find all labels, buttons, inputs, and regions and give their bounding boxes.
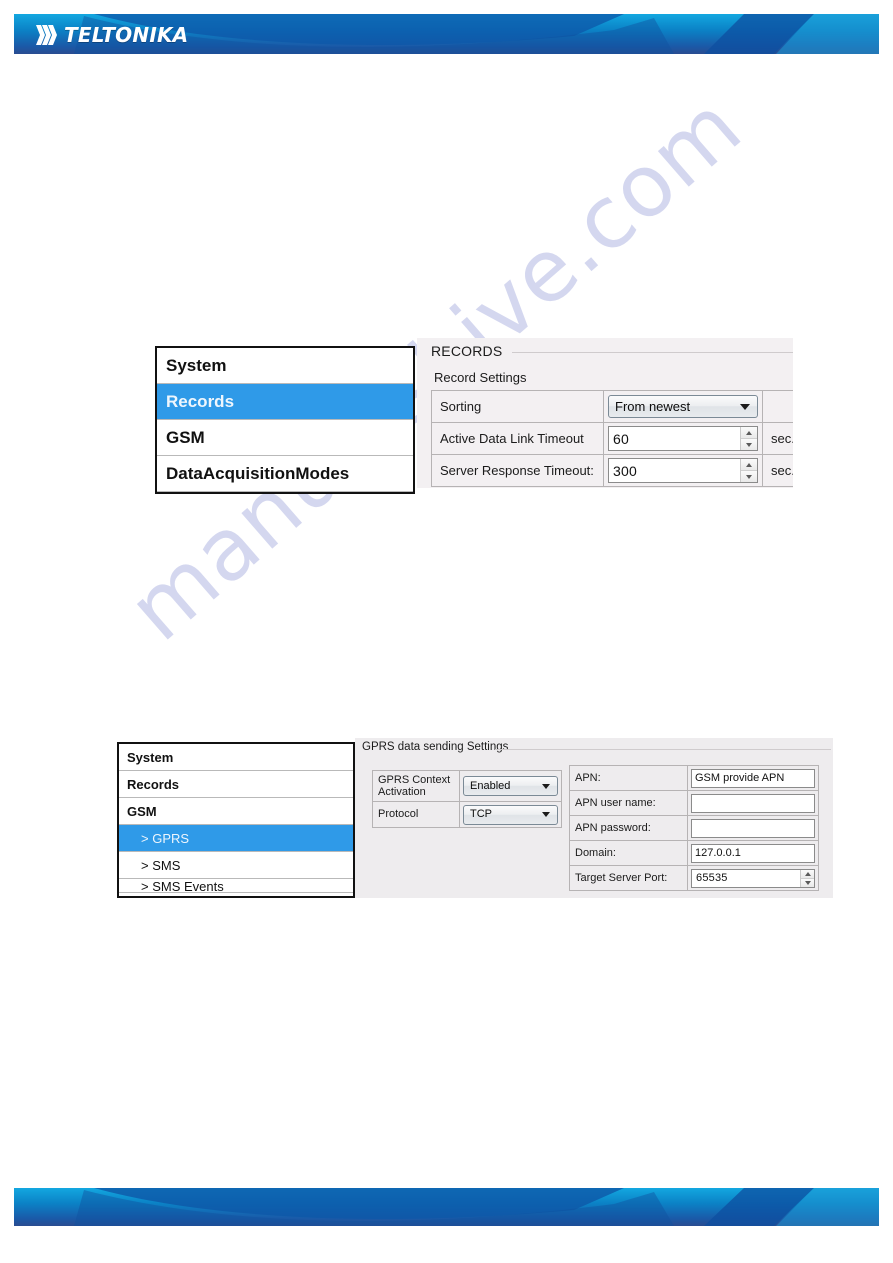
apn-cell: GSM provide APN [687, 765, 819, 791]
sidebar-item-label: System [127, 749, 174, 765]
table-row: Target Server Port: 65535 [569, 865, 819, 891]
sidebar-item-label: Records [166, 391, 235, 411]
active-data-link-timeout-stepper[interactable]: 60 [608, 426, 758, 451]
spinner-down-icon[interactable] [741, 439, 757, 450]
apn-password-label: APN password: [569, 815, 688, 841]
chevron-down-icon [542, 783, 550, 789]
server-response-timeout-value[interactable]: 300 [609, 459, 740, 482]
protocol-label: Protocol [372, 801, 460, 828]
footer-banner-swoosh [14, 1188, 879, 1226]
record-settings-table: Sorting From newest Active Data Link Tim… [431, 390, 793, 487]
stepper-arrows[interactable] [800, 869, 814, 887]
target-server-port-label: Target Server Port: [569, 865, 688, 891]
sidebar-item-records[interactable]: Records [157, 384, 413, 420]
table-row: APN password: [569, 815, 819, 841]
sidebar-item-label: > GPRS [141, 830, 190, 846]
apn-user-name-label: APN user name: [569, 790, 688, 816]
pane-title-divider [512, 352, 793, 353]
protocol-cell: TCP [459, 801, 562, 828]
gprs-connection-table: GPRS Context Activation Enabled Protocol… [372, 770, 562, 828]
sidebar-item-gprs[interactable]: > GPRS [119, 825, 353, 852]
protocol-dropdown[interactable]: TCP [463, 804, 558, 825]
sidebar-item-records[interactable]: Records [119, 771, 353, 798]
gprs-context-activation-value: Enabled [470, 779, 511, 792]
gprs-context-activation-dropdown[interactable]: Enabled [463, 776, 558, 796]
target-server-port-stepper[interactable]: 65535 [691, 868, 815, 888]
table-row: APN: GSM provide APN [569, 765, 819, 791]
sidebar-item-label: > SMS [141, 857, 181, 873]
pane-title: GPRS data sending Settings [362, 741, 509, 753]
sorting-label: Sorting [431, 390, 604, 423]
sidebar-item-system[interactable]: System [157, 348, 413, 384]
sorting-dropdown[interactable]: From newest [608, 395, 758, 418]
active-data-link-timeout-unit: sec. [762, 422, 793, 455]
spinner-up-icon[interactable] [741, 459, 757, 471]
domain-input[interactable]: 127.0.0.1 [691, 843, 815, 863]
sorting-cell: From newest [603, 390, 763, 423]
apn-password-input[interactable] [691, 818, 815, 838]
active-data-link-timeout-label: Active Data Link Timeout [431, 422, 604, 455]
gprs-context-activation-cell: Enabled [459, 770, 562, 802]
gprs-settings-pane: GPRS data sending Settings GPRS Context … [355, 738, 833, 898]
sidebar-item-dataacquisitionmodes[interactable]: DataAcquisitionModes [157, 456, 413, 492]
domain-cell: 127.0.0.1 [687, 840, 819, 866]
table-row: Protocol TCP [372, 801, 562, 828]
sidebar-item-sms[interactable]: > SMS [119, 852, 353, 879]
sidebar-item-gsm[interactable]: GSM [119, 798, 353, 825]
chevron-down-icon [542, 812, 550, 817]
apn-user-name-cell [687, 790, 819, 816]
sidebar-item-label: GSM [166, 427, 205, 447]
spinner-up-icon[interactable] [741, 427, 757, 439]
table-row: Sorting From newest [431, 390, 793, 423]
apn-user-name-input[interactable] [691, 793, 815, 813]
target-server-port-value[interactable]: 65535 [692, 869, 800, 887]
active-data-link-timeout-cell: 60 [603, 422, 763, 455]
pane-title-divider [495, 749, 831, 750]
protocol-value: TCP [470, 808, 492, 821]
table-row: APN user name: [569, 790, 819, 816]
records-settings-pane: RECORDS Record Settings Sorting From new… [417, 338, 793, 488]
table-row: GPRS Context Activation Enabled [372, 770, 562, 802]
spinner-up-icon[interactable] [801, 869, 814, 879]
sidebar-item-sms-events[interactable]: > SMS Events [119, 879, 353, 893]
server-response-timeout-unit: sec. [762, 454, 793, 487]
table-row: Domain: 127.0.0.1 [569, 840, 819, 866]
sidebar-item-label: GSM [127, 803, 157, 819]
gprs-apn-table: APN: GSM provide APN APN user name: APN … [569, 765, 819, 891]
apn-input[interactable]: GSM provide APN [691, 768, 815, 788]
gprs-context-activation-label: GPRS Context Activation [372, 770, 460, 802]
server-response-timeout-stepper[interactable]: 300 [608, 458, 758, 483]
gprs-nav-tree[interactable]: System Records GSM > GPRS > SMS > SMS Ev… [117, 742, 355, 898]
brand-logo: TELTONIKA [34, 20, 188, 50]
sidebar-item-label: System [166, 355, 227, 375]
sorting-unit [762, 390, 793, 423]
table-row: Server Response Timeout: 300 sec. [431, 454, 793, 487]
spinner-down-icon[interactable] [741, 471, 757, 482]
chevron-down-icon [740, 403, 750, 410]
active-data-link-timeout-value[interactable]: 60 [609, 427, 740, 450]
apn-password-cell [687, 815, 819, 841]
pane-title: RECORDS [431, 343, 503, 359]
sorting-dropdown-value: From newest [615, 399, 691, 414]
table-row: Active Data Link Timeout 60 sec. [431, 422, 793, 455]
records-nav-tree[interactable]: System Records GSM DataAcquisitionModes [155, 346, 415, 494]
brand-name: TELTONIKA [64, 23, 189, 47]
spinner-down-icon[interactable] [801, 878, 814, 887]
stepper-arrows[interactable] [740, 459, 757, 482]
sidebar-item-gsm[interactable]: GSM [157, 420, 413, 456]
target-server-port-cell: 65535 [687, 865, 819, 891]
server-response-timeout-label: Server Response Timeout: [431, 454, 604, 487]
sidebar-item-label: DataAcquisitionModes [166, 463, 350, 483]
stepper-arrows[interactable] [740, 427, 757, 450]
domain-label: Domain: [569, 840, 688, 866]
sidebar-item-label: Records [127, 776, 180, 792]
apn-label: APN: [569, 765, 688, 791]
sidebar-item-label: > SMS Events [141, 879, 224, 893]
teltonika-chevrons-logo-icon [36, 25, 57, 45]
record-settings-group-label: Record Settings [434, 370, 527, 385]
page-footer-banner [14, 1188, 879, 1226]
sidebar-item-system[interactable]: System [119, 744, 353, 771]
server-response-timeout-cell: 300 [603, 454, 763, 487]
